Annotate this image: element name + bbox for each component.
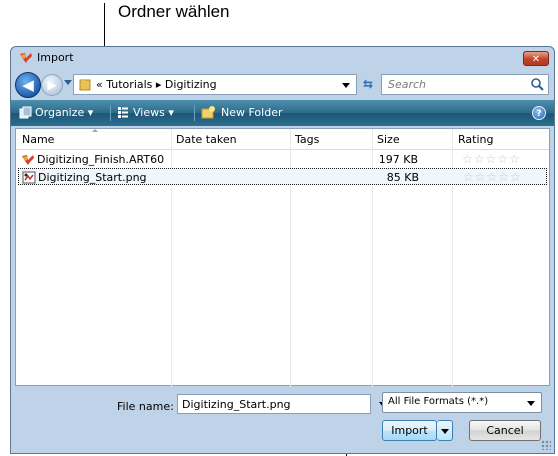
organize-icon — [19, 106, 32, 119]
column-header-row: Name Date taken Tags Size Rating — [16, 129, 549, 150]
refresh-button[interactable]: ⇆ — [359, 74, 377, 95]
file-name-label: File name: — [117, 400, 174, 413]
close-button[interactable]: ✕ — [523, 51, 549, 66]
toolbar-divider — [194, 105, 195, 121]
file-type-value: All File Formats (*.*) — [388, 396, 489, 407]
chevron-down-icon — [441, 429, 449, 434]
rating-stars[interactable]: ☆☆☆☆☆ — [462, 152, 521, 166]
app-icon — [20, 53, 32, 63]
column-date-taken[interactable]: Date taken — [176, 133, 237, 146]
resize-grip-icon[interactable] — [541, 440, 551, 450]
file-row[interactable]: Digitizing_Finish.ART60 197 KB ☆☆☆☆☆ — [18, 151, 547, 168]
organize-label: Organize — [35, 106, 85, 119]
back-button[interactable]: ◀ — [15, 72, 41, 98]
file-name-field[interactable]: Digitizing_Start.png — [177, 394, 387, 414]
column-tags[interactable]: Tags — [295, 133, 319, 146]
file-name: Digitizing_Finish.ART60 — [37, 153, 165, 166]
file-size: 85 KB — [386, 171, 419, 184]
file-type-filter[interactable]: All File Formats (*.*) — [382, 392, 542, 413]
callout-top-label: Ordner wählen — [118, 2, 230, 21]
cancel-button[interactable]: Cancel — [469, 420, 541, 441]
address-dropdown-icon[interactable] — [342, 83, 350, 88]
views-icon — [118, 107, 128, 118]
organize-menu[interactable]: Organize ▾ — [35, 106, 93, 119]
chevron-down-icon[interactable] — [527, 401, 535, 406]
file-row-selected[interactable]: Digitizing_Start.png 85 KB ☆☆☆☆☆ — [18, 168, 547, 185]
file-name-value[interactable]: Digitizing_Start.png — [182, 398, 291, 411]
column-size[interactable]: Size — [377, 133, 400, 146]
search-placeholder: Search — [388, 78, 427, 91]
breadcrumb[interactable]: « Tutorials ▸ Digitizing — [96, 78, 217, 91]
window-title: Import — [37, 51, 74, 64]
rating-stars[interactable]: ☆☆☆☆☆ — [463, 170, 522, 184]
import-dialog: Import ✕ ◀ ▶ « Tutorials ▸ Digitizing ⇆ … — [10, 46, 555, 454]
column-name[interactable]: Name — [22, 133, 54, 146]
forward-button[interactable]: ▶ — [41, 74, 63, 96]
art60-file-icon — [22, 155, 34, 165]
import-button[interactable]: Import — [382, 420, 437, 441]
views-menu[interactable]: Views ▾ — [133, 106, 174, 119]
folder-icon — [79, 79, 91, 91]
new-folder-button[interactable]: New Folder — [221, 106, 282, 119]
help-icon[interactable]: ? — [532, 106, 546, 120]
import-options-button[interactable] — [437, 420, 453, 441]
address-bar[interactable]: « Tutorials ▸ Digitizing — [73, 74, 357, 95]
toolbar: Organize ▾ Views ▾ New Folder ? — [11, 100, 554, 126]
search-input[interactable]: Search — [381, 74, 549, 95]
toolbar-divider — [110, 105, 111, 121]
png-file-icon — [22, 171, 36, 184]
sort-arrow-icon — [92, 129, 98, 132]
views-label: Views — [133, 106, 165, 119]
file-size: 197 KB — [378, 153, 418, 166]
search-icon[interactable] — [530, 77, 545, 92]
new-folder-icon — [201, 106, 215, 119]
title-bar: Import ✕ — [11, 47, 554, 69]
recent-pages-dropdown[interactable] — [64, 80, 72, 85]
file-name: Digitizing_Start.png — [38, 171, 147, 184]
file-list: Name Date taken Tags Size Rating Digitiz… — [15, 128, 550, 387]
column-rating[interactable]: Rating — [458, 133, 493, 146]
